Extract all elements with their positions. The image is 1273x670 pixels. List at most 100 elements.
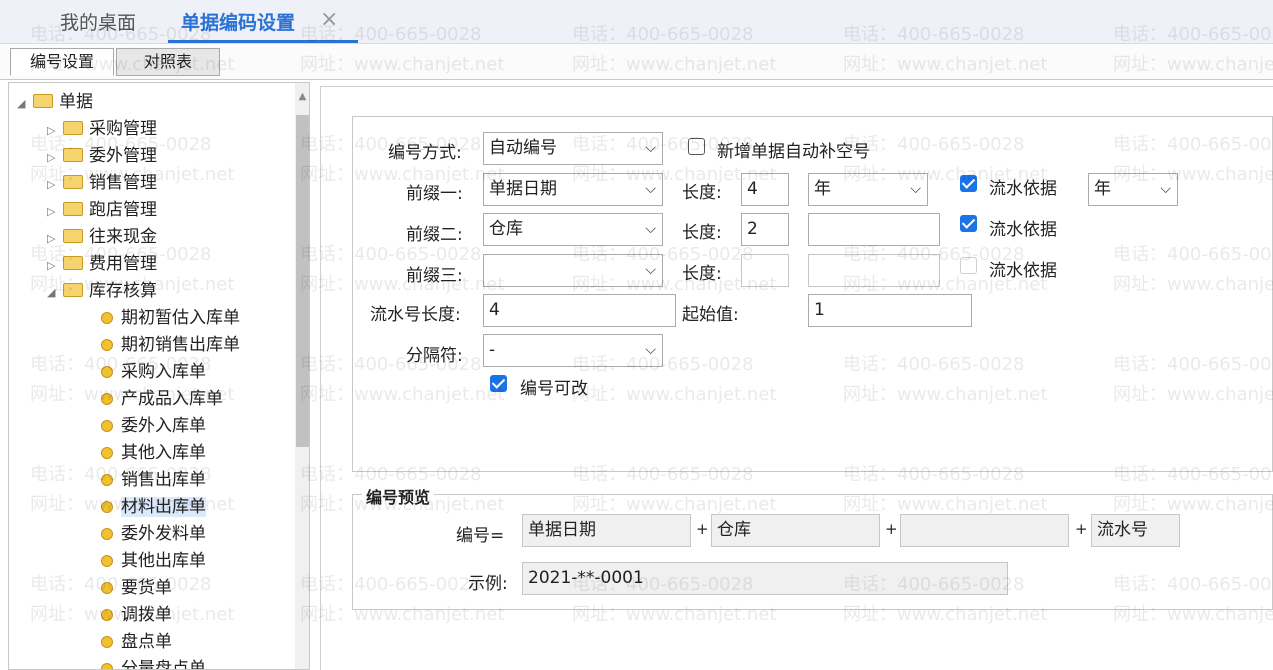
- tree-item[interactable]: 产成品入库单: [101, 386, 223, 412]
- document-dot-icon: [101, 555, 113, 567]
- tree-folder-expense[interactable]: ▷ 费用管理: [47, 251, 157, 277]
- chevron-down-icon: ⌵: [910, 181, 921, 197]
- tree-item[interactable]: 其他出库单: [101, 548, 206, 574]
- folder-open-icon: [63, 283, 83, 297]
- prefix1-serial-checkbox[interactable]: [960, 175, 977, 192]
- tab-document-code-settings[interactable]: 单据编码设置: [181, 8, 295, 35]
- example-label: 示例:: [468, 574, 508, 594]
- auto-fill-checkbox[interactable]: [688, 138, 705, 155]
- tree-folder-inventory[interactable]: ◢ 库存核算: [47, 278, 157, 304]
- prefix1-format-select[interactable]: 年 ⌵: [808, 173, 928, 206]
- separator-select-value: -: [489, 340, 496, 360]
- prefix1-length-input[interactable]: 4: [741, 173, 789, 206]
- prefix1-serial-value: 年: [1094, 179, 1111, 199]
- document-dot-icon: [101, 393, 113, 405]
- prefix3-serial-label: 流水依据: [989, 261, 1057, 281]
- tree-item[interactable]: 调拨单: [101, 602, 172, 628]
- tree-item[interactable]: 要货单: [101, 575, 172, 601]
- collapse-triangle-icon[interactable]: ◢: [17, 91, 31, 117]
- tree-item[interactable]: 采购入库单: [101, 359, 206, 385]
- chevron-down-icon: ⌵: [645, 221, 656, 237]
- scroll-up-icon[interactable]: ▲: [295, 91, 309, 102]
- prefix2-serial-label: 流水依据: [989, 220, 1057, 240]
- scrollbar-thumb[interactable]: [296, 115, 309, 447]
- prefix2-serial-checkbox[interactable]: [960, 215, 977, 232]
- tree-item-label: 期初销售出库单: [121, 335, 240, 355]
- tree-scrollbar[interactable]: ▲: [295, 83, 309, 669]
- tree-folder-sales[interactable]: ▷ 销售管理: [47, 170, 157, 196]
- start-value-input[interactable]: 1: [808, 294, 972, 327]
- method-select[interactable]: 自动编号 ⌵: [483, 132, 663, 165]
- document-dot-icon: [101, 501, 113, 513]
- prefix1-select[interactable]: 单据日期 ⌵: [483, 173, 663, 206]
- editable-checkbox[interactable]: [490, 375, 507, 392]
- prefix2-select-value: 仓库: [489, 219, 523, 239]
- app-window: 我的桌面 单据编码设置 × 编号设置 对照表 ◢ 单据 ▷ 采购管理 ▷ 委外管理 ▷…: [0, 0, 1273, 670]
- subtab-mapping-table[interactable]: 对照表: [116, 48, 220, 76]
- chevron-down-icon: ⌵: [645, 181, 656, 197]
- tab-home[interactable]: 我的桌面: [60, 8, 136, 35]
- method-label: 编号方式:: [388, 143, 462, 163]
- tree-item-label: 采购入库单: [121, 362, 206, 382]
- preview-part-1: 单据日期: [522, 514, 691, 547]
- tree-item[interactable]: 分量盘点单: [101, 656, 206, 669]
- prefix3-label: 前缀三:: [406, 266, 463, 286]
- folder-open-icon: [33, 94, 53, 108]
- preview-part-3: [900, 514, 1069, 547]
- editable-label: 编号可改: [520, 379, 588, 399]
- prefix3-select[interactable]: ⌵: [483, 254, 663, 287]
- document-dot-icon: [101, 636, 113, 648]
- separator-select[interactable]: - ⌵: [483, 334, 663, 367]
- tree-item-selected[interactable]: 材料出库单: [101, 494, 206, 520]
- tree-item-label: 盘点单: [121, 632, 172, 652]
- prefix3-serial-checkbox[interactable]: [960, 257, 977, 274]
- tree-folder-store-visit[interactable]: ▷ 跑店管理: [47, 197, 157, 223]
- expand-triangle-icon[interactable]: ▷: [47, 118, 61, 144]
- tree-folder-label: 往来现金: [89, 227, 157, 247]
- expand-triangle-icon[interactable]: ▷: [47, 253, 61, 279]
- tree-item-label: 销售出库单: [121, 470, 206, 490]
- tree-folder-purchase[interactable]: ▷ 采购管理: [47, 116, 157, 142]
- prefix3-format-input[interactable]: [808, 254, 940, 287]
- prefix3-length-input[interactable]: [741, 254, 789, 287]
- tree-root-label: 单据: [59, 92, 93, 112]
- subtab-number-settings[interactable]: 编号设置: [10, 48, 114, 76]
- plus-sign: +: [885, 520, 898, 538]
- tree-folder-outsource[interactable]: ▷ 委外管理: [47, 143, 157, 169]
- prefix2-length-input[interactable]: 2: [741, 213, 789, 246]
- expand-triangle-icon[interactable]: ▷: [47, 226, 61, 252]
- tree-item-label: 产成品入库单: [121, 389, 223, 409]
- prefix1-serial-select[interactable]: 年 ⌵: [1088, 173, 1178, 206]
- document-dot-icon: [101, 582, 113, 594]
- collapse-triangle-icon[interactable]: ◢: [47, 280, 61, 306]
- tab-bar: 我的桌面 单据编码设置 ×: [0, 0, 1273, 44]
- folder-icon: [63, 229, 83, 243]
- preview-part-4: 流水号: [1091, 514, 1180, 547]
- tree-folder-cash[interactable]: ▷ 往来现金: [47, 224, 157, 250]
- tree-item[interactable]: 销售出库单: [101, 467, 206, 493]
- expand-triangle-icon[interactable]: ▷: [47, 145, 61, 171]
- expand-triangle-icon[interactable]: ▷: [47, 199, 61, 225]
- serial-length-input[interactable]: 4: [483, 294, 676, 327]
- plus-sign: +: [1075, 520, 1088, 538]
- tree-folder-label: 跑店管理: [89, 200, 157, 220]
- document-dot-icon: [101, 312, 113, 324]
- auto-fill-label: 新增单据自动补空号: [717, 142, 870, 162]
- folder-icon: [63, 175, 83, 189]
- document-dot-icon: [101, 528, 113, 540]
- close-icon[interactable]: ×: [320, 7, 338, 32]
- tree-item[interactable]: 委外入库单: [101, 413, 206, 439]
- document-dot-icon: [101, 339, 113, 351]
- tree-item-label: 材料出库单: [121, 497, 206, 517]
- tree-item[interactable]: 其他入库单: [101, 440, 206, 466]
- tree-item[interactable]: 盘点单: [101, 629, 172, 655]
- tree-root[interactable]: ◢ 单据: [17, 89, 93, 115]
- preview-number-label: 编号=: [456, 526, 505, 546]
- tree-item[interactable]: 委外发料单: [101, 521, 206, 547]
- folder-icon: [63, 148, 83, 162]
- tree-item[interactable]: 期初暂估入库单: [101, 305, 240, 331]
- tree-item[interactable]: 期初销售出库单: [101, 332, 240, 358]
- prefix2-format-input[interactable]: [808, 213, 940, 246]
- prefix2-select[interactable]: 仓库 ⌵: [483, 213, 663, 246]
- expand-triangle-icon[interactable]: ▷: [47, 172, 61, 198]
